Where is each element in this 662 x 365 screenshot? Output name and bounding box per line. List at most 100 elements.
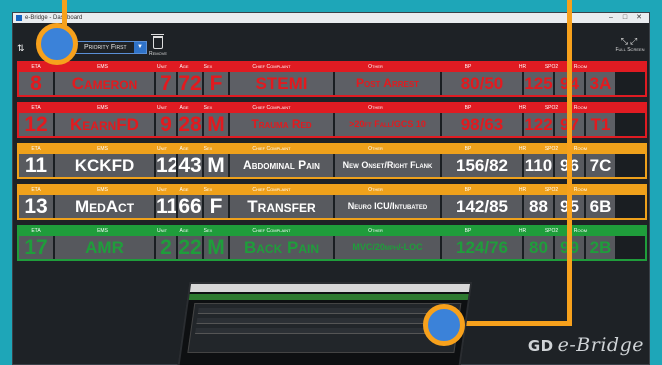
patient-row[interactable]: ETA EMS Unit Age Sex Chief Complaint Other BP HR…: [17, 102, 647, 138]
sort-icon[interactable]: ⇅: [17, 43, 29, 53]
column-header-hr: HR: [518, 105, 527, 111]
cell-eta: 12: [19, 113, 53, 136]
column-header-cc: Chief Complaint: [252, 64, 291, 70]
column-header-bp: BP: [464, 228, 472, 234]
cell-age: 28: [178, 113, 202, 136]
callout-line-right-vertical: [567, 0, 572, 326]
trash-icon: [151, 34, 164, 49]
cell-other: New Onset/Right Flank: [335, 154, 440, 177]
column-header-sex: Sex: [203, 105, 213, 111]
cell-room: 3A: [586, 72, 615, 95]
patient-row-header: ETA EMS Unit Age Sex Chief Complaint Other BP HR…: [19, 63, 645, 72]
cell-unit: 9: [156, 113, 176, 136]
column-header-sex: Sex: [203, 228, 213, 234]
cell-eta: 17: [19, 236, 53, 259]
column-header-hr: HR: [518, 64, 527, 70]
minimize-button[interactable]: –: [604, 13, 618, 23]
patient-row[interactable]: ETA EMS Unit Age Sex Chief Complaint Other BP HR…: [17, 61, 647, 97]
fullscreen-button[interactable]: ⤡⤢ Full Screen: [615, 37, 645, 54]
app-icon: [16, 15, 22, 21]
cell-ems: Cameron: [55, 72, 154, 95]
gd-logo-icon: GD: [527, 337, 554, 355]
column-header-age: Age: [179, 64, 189, 70]
remove-label: Remove: [148, 51, 168, 57]
maximize-button[interactable]: □: [618, 13, 632, 23]
cell-cc: STEMI: [230, 72, 333, 95]
cell-ems: KCKFD: [55, 154, 154, 177]
column-header-other: Other: [368, 146, 383, 152]
column-header-bp: BP: [464, 146, 472, 152]
patient-row-values: 13 MedAct 11 66 F Transfer Neuro ICU/Intubated…: [19, 195, 645, 218]
column-header-unit: Unit: [156, 64, 168, 70]
patient-row-values: 8Cameron772FSTEMIPost Arrest80/50125943A: [19, 72, 645, 95]
cell-cc: Transfer: [230, 195, 333, 218]
cell-bp: 98/63: [442, 113, 522, 136]
column-header-spo2: SPO2: [544, 146, 559, 152]
cell-unit: 7: [156, 72, 176, 95]
column-header-sex: Sex: [203, 187, 213, 193]
column-header-ems: EMS: [97, 105, 108, 111]
cell-bp: 124/76: [442, 236, 522, 259]
column-header-spo2: SPO2: [544, 64, 559, 70]
cell-ems: KearnFD: [55, 113, 154, 136]
cell-hr: 122: [524, 113, 553, 136]
cell-ems: AMR: [55, 236, 154, 259]
tablet-form-line: [195, 328, 453, 334]
cell-bp: 156/82: [442, 154, 522, 177]
patient-row[interactable]: ETA EMS Unit Age Sex Chief Complaint Other BP HR…: [17, 184, 647, 220]
patient-row-header: ETA EMS Unit Age Sex Chief Complaint Other BP HR…: [19, 227, 645, 236]
cell-age: 72: [178, 72, 202, 95]
patient-row-header: ETA EMS Unit Age Sex Chief Complaint Other BP HR…: [19, 145, 645, 154]
window-title: e-Bridge - Dashboard: [25, 15, 83, 21]
patient-row[interactable]: ETA EMS Unit Age Sex Chief Complaint Other BP HR…: [17, 225, 647, 261]
callout-marker-right: [423, 304, 465, 346]
column-header-bp: BP: [464, 64, 472, 70]
column-header-eta: ETA: [31, 187, 41, 193]
column-header-ems: EMS: [97, 228, 108, 234]
column-header-bp: BP: [464, 105, 472, 111]
tablet-titlebar: [189, 284, 471, 292]
remove-button[interactable]: Remove: [145, 34, 171, 57]
cell-other: MVC/20mph/-LOC: [335, 236, 440, 259]
cell-hr: 110: [524, 154, 553, 177]
column-header-unit: Unit: [156, 105, 168, 111]
cell-room: 7C: [586, 154, 615, 177]
column-header-other: Other: [368, 187, 383, 193]
column-header-sex: Sex: [203, 146, 213, 152]
cell-eta: 13: [19, 195, 53, 218]
callout-line-right-horizontal: [466, 321, 572, 326]
column-header-eta: ETA: [31, 64, 41, 70]
fullscreen-label: Full Screen: [615, 47, 645, 53]
cell-age: 22: [178, 236, 202, 259]
cell-eta: 8: [19, 72, 53, 95]
cell-sex: F: [204, 72, 228, 95]
column-header-unit: Unit: [156, 187, 168, 193]
cell-cc: Back Pain: [230, 236, 333, 259]
sort-order-value: Priority First: [84, 44, 127, 51]
patient-row[interactable]: ETA EMS Unit Age Sex Chief Complaint Other BP HR…: [17, 143, 647, 179]
cell-sex: M: [204, 113, 228, 136]
column-header-spo2: SPO2: [544, 187, 559, 193]
tablet-form-panel: [187, 303, 462, 353]
cell-age: 66: [178, 195, 202, 218]
column-header-other: Other: [368, 228, 383, 234]
column-header-unit: Unit: [156, 146, 168, 152]
cell-bp: 80/50: [442, 72, 522, 95]
patient-row-values: 17 AMR 2 22 M Back Pain MVC/20mph/-LOC 124/76 80…: [19, 236, 645, 259]
callout-marker-left: [36, 23, 78, 65]
tablet-form-line: [197, 308, 456, 314]
column-header-cc: Chief Complaint: [252, 187, 291, 193]
cell-other: Neuro ICU/Intubated: [335, 195, 440, 218]
tablet-form-line: [196, 318, 455, 324]
close-button[interactable]: ✕: [632, 13, 646, 23]
cell-room: 6B: [586, 195, 615, 218]
column-header-cc: Chief Complaint: [252, 105, 291, 111]
column-header-ems: EMS: [97, 146, 108, 152]
patient-row-header: ETA EMS Unit Age Sex Chief Complaint Other BP HR…: [19, 104, 645, 113]
column-header-cc: Chief Complaint: [252, 228, 291, 234]
cell-age: 43: [178, 154, 202, 177]
cell-other: >20ft Fall/GCS 10: [335, 113, 440, 136]
cell-eta: 11: [19, 154, 53, 177]
toolbar: ⇅ Priority First ▼ Remove ⤡⤢ Full Screen: [13, 23, 649, 61]
patient-row-values: 11KCKFD1243MAbdominal PainNew Onset/Righ…: [19, 154, 645, 177]
